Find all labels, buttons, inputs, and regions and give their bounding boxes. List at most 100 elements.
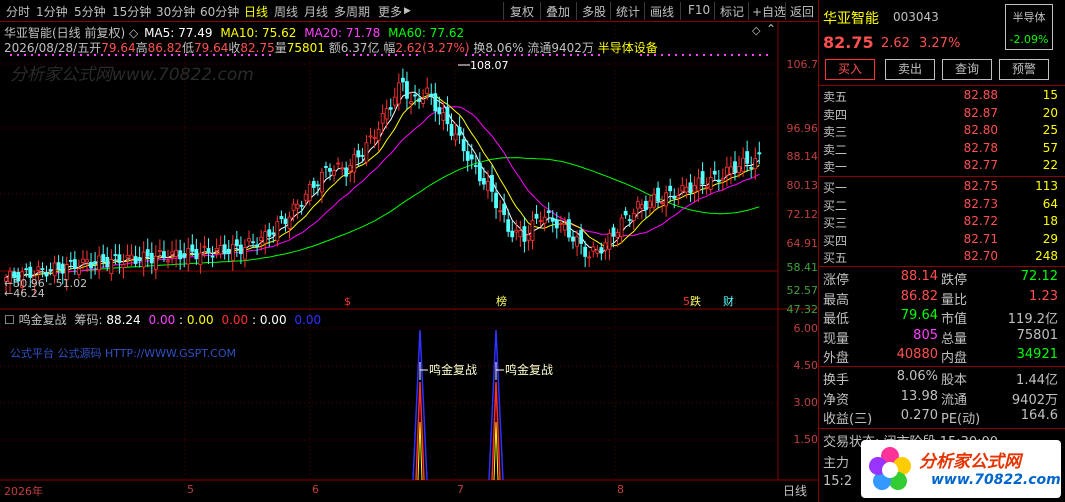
candle[interactable] xyxy=(396,82,401,105)
candle[interactable] xyxy=(392,96,397,106)
candle[interactable] xyxy=(157,250,162,252)
candle[interactable] xyxy=(336,162,341,165)
candle[interactable] xyxy=(352,154,357,173)
period-30min[interactable]: 30分钟 xyxy=(156,3,195,20)
candle[interactable] xyxy=(77,268,81,275)
candle[interactable] xyxy=(567,219,571,238)
statistics-button[interactable]: 统计 xyxy=(616,3,640,20)
period-60min[interactable]: 60分钟 xyxy=(200,3,239,20)
candle[interactable] xyxy=(251,241,255,244)
candle[interactable] xyxy=(502,203,507,215)
candle[interactable] xyxy=(238,244,243,255)
period-more[interactable]: 更多 xyxy=(378,3,402,20)
candle[interactable] xyxy=(498,210,503,213)
candle[interactable] xyxy=(522,226,527,242)
candle[interactable] xyxy=(664,192,669,207)
candle[interactable] xyxy=(384,108,389,120)
candle[interactable] xyxy=(40,268,45,270)
more-arrow-icon[interactable]: ▶ xyxy=(404,6,411,16)
event-mark-five[interactable]: 5 xyxy=(683,295,690,308)
event-mark-finance[interactable]: 财 xyxy=(723,294,734,308)
candle[interactable] xyxy=(97,255,102,271)
candle[interactable] xyxy=(52,262,57,277)
candle[interactable] xyxy=(259,236,264,241)
candle[interactable] xyxy=(725,166,729,176)
candle[interactable] xyxy=(247,238,251,242)
candle[interactable] xyxy=(635,201,640,209)
candle[interactable] xyxy=(178,250,183,260)
ask-row[interactable]: 卖三 82.80 25 xyxy=(823,123,1058,140)
candle[interactable] xyxy=(263,231,268,244)
period-weekly[interactable]: 周线 xyxy=(274,3,298,20)
candle[interactable] xyxy=(125,254,130,259)
buy-button[interactable]: 买入 xyxy=(825,59,875,80)
adjust-button[interactable]: 复权 xyxy=(510,3,534,20)
candle[interactable] xyxy=(332,170,336,176)
event-mark-rank[interactable]: 榜 xyxy=(496,294,507,308)
candle[interactable] xyxy=(93,261,97,265)
candle[interactable] xyxy=(372,136,377,139)
candle[interactable] xyxy=(700,171,705,185)
candle[interactable] xyxy=(214,248,219,251)
candle[interactable] xyxy=(303,193,308,201)
draw-line-button[interactable]: 画线 xyxy=(650,3,674,20)
candle[interactable] xyxy=(182,253,187,258)
candle[interactable] xyxy=(170,251,174,255)
candle[interactable] xyxy=(660,202,664,205)
candle[interactable] xyxy=(315,184,320,187)
add-watchlist-button[interactable]: +自选 xyxy=(752,3,786,20)
candle[interactable] xyxy=(554,219,559,229)
candle[interactable] xyxy=(465,151,470,161)
candle[interactable] xyxy=(745,151,750,164)
candle[interactable] xyxy=(307,183,312,202)
candle[interactable] xyxy=(129,254,134,260)
candle[interactable] xyxy=(299,204,304,207)
bid-row[interactable]: 买五 82.70 248 xyxy=(823,249,1058,266)
candle[interactable] xyxy=(210,255,215,258)
candle[interactable] xyxy=(44,271,49,277)
candle[interactable] xyxy=(546,210,551,213)
candle[interactable] xyxy=(287,216,292,229)
period-intraday[interactable]: 分时 xyxy=(6,3,30,20)
candle[interactable] xyxy=(757,152,762,155)
period-multi[interactable]: 多周期 xyxy=(334,3,370,20)
candle[interactable] xyxy=(421,99,426,104)
candle[interactable] xyxy=(340,167,345,170)
candle[interactable] xyxy=(60,263,65,274)
candle[interactable] xyxy=(243,247,247,260)
candle[interactable] xyxy=(324,166,328,168)
candle[interactable] xyxy=(109,259,114,275)
ask-row[interactable]: 卖四 82.87 20 xyxy=(823,106,1058,123)
candle[interactable] xyxy=(202,245,207,248)
candle[interactable] xyxy=(510,230,515,238)
candle[interactable] xyxy=(271,232,276,235)
candle[interactable] xyxy=(230,243,235,261)
candle[interactable] xyxy=(113,254,118,256)
candle[interactable] xyxy=(364,142,369,163)
diamond-icon[interactable]: ◇ xyxy=(752,24,760,37)
candle[interactable] xyxy=(149,252,154,264)
period-15min[interactable]: 15分钟 xyxy=(112,3,151,20)
candle[interactable] xyxy=(437,107,442,115)
candle[interactable] xyxy=(190,244,195,252)
candle[interactable] xyxy=(518,230,523,238)
candle[interactable] xyxy=(141,251,146,268)
candle[interactable] xyxy=(166,260,170,263)
bid-row[interactable]: 买二 82.73 64 xyxy=(823,197,1058,214)
candle[interactable] xyxy=(24,268,29,271)
candle[interactable] xyxy=(121,264,126,269)
candle[interactable] xyxy=(311,181,316,188)
candle[interactable] xyxy=(494,192,498,209)
candle[interactable] xyxy=(599,247,604,254)
candle[interactable] xyxy=(453,133,458,141)
candle[interactable] xyxy=(206,248,211,254)
candle[interactable] xyxy=(68,259,73,262)
candle[interactable] xyxy=(680,184,685,192)
candle[interactable] xyxy=(563,224,567,231)
candle[interactable] xyxy=(433,93,438,112)
candle[interactable] xyxy=(174,249,179,257)
candle[interactable] xyxy=(344,167,349,177)
candle[interactable] xyxy=(530,220,535,241)
period-1min[interactable]: 1分钟 xyxy=(36,3,68,20)
candle[interactable] xyxy=(473,165,478,167)
